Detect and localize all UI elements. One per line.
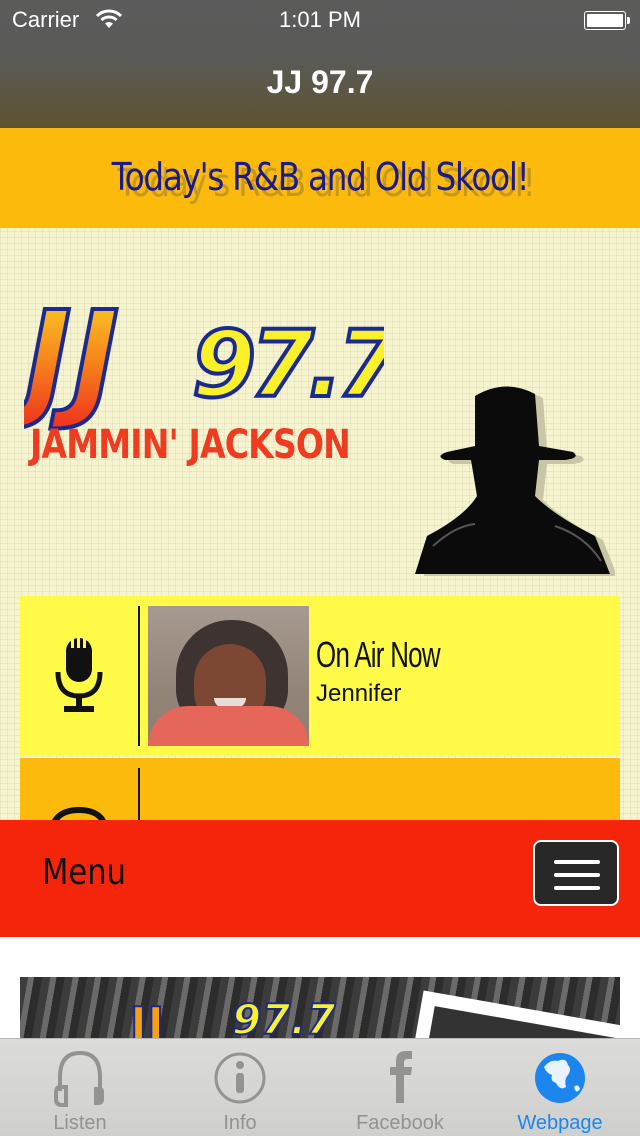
on-air-divider (138, 606, 140, 746)
logo-frequency: 97.7 (192, 311, 384, 418)
hamburger-icon (554, 860, 600, 864)
hamburger-icon-bar (554, 873, 600, 877)
banner-frequency: 97.7 (231, 994, 337, 1038)
tab-bar: Listen Info Facebook Webpage (0, 1038, 640, 1136)
on-air-title: On Air Now (316, 634, 441, 675)
nav-title: JJ 97.7 (266, 64, 374, 100)
microphone-icon (55, 638, 103, 712)
tab-webpage-label: Webpage (517, 1112, 603, 1134)
tab-listen-label: Listen (53, 1112, 107, 1134)
tab-info[interactable]: Info (160, 1039, 320, 1136)
status-time: 1:01 PM (279, 7, 361, 32)
menu-bar: Menu (0, 820, 640, 937)
tagline-banner: Today's R&B and Old Skool! Today's R&B a… (0, 128, 640, 228)
promo-banner-image[interactable]: JJ 97.7 (20, 977, 620, 1038)
tab-listen[interactable]: Listen (0, 1039, 160, 1136)
battery-full-icon (584, 11, 630, 30)
logo-jj: JJ (24, 285, 119, 434)
facebook-icon (390, 1051, 412, 1103)
header-area: JJ 97.7 JAMMIN' JACKSON On Air Now Jenni… (0, 228, 640, 918)
station-logo[interactable]: JJ 97.7 JAMMIN' JACKSON (24, 278, 384, 468)
spacer (0, 937, 640, 977)
menu-label: Menu (42, 852, 127, 893)
tab-webpage[interactable]: Webpage (480, 1039, 640, 1136)
tab-info-label: Info (223, 1112, 257, 1134)
headphones-icon (54, 1050, 104, 1107)
on-air-host: Jennifer (316, 680, 402, 707)
web-content[interactable]: Today's R&B and Old Skool! Today's R&B a… (0, 128, 640, 1038)
logo-subtitle: JAMMIN' JACKSON (28, 422, 350, 468)
tagline-text: Today's R&B and Old Skool! (111, 155, 530, 199)
info-icon (214, 1052, 266, 1104)
globe-icon (535, 1053, 585, 1103)
hamburger-icon-bar (554, 886, 600, 890)
banner-jj: JJ (129, 996, 165, 1038)
tab-facebook-label: Facebook (356, 1112, 444, 1134)
hamburger-menu-button[interactable] (533, 840, 619, 906)
status-bar: Carrier 1:01 PM (0, 0, 640, 40)
silhouette-image (415, 386, 615, 576)
on-air-panel[interactable]: On Air Now Jennifer (20, 596, 620, 756)
host-photo (148, 606, 309, 746)
top-bar: Carrier 1:01 PM JJ 97.7 (0, 0, 640, 128)
tab-facebook[interactable]: Facebook (320, 1039, 480, 1136)
